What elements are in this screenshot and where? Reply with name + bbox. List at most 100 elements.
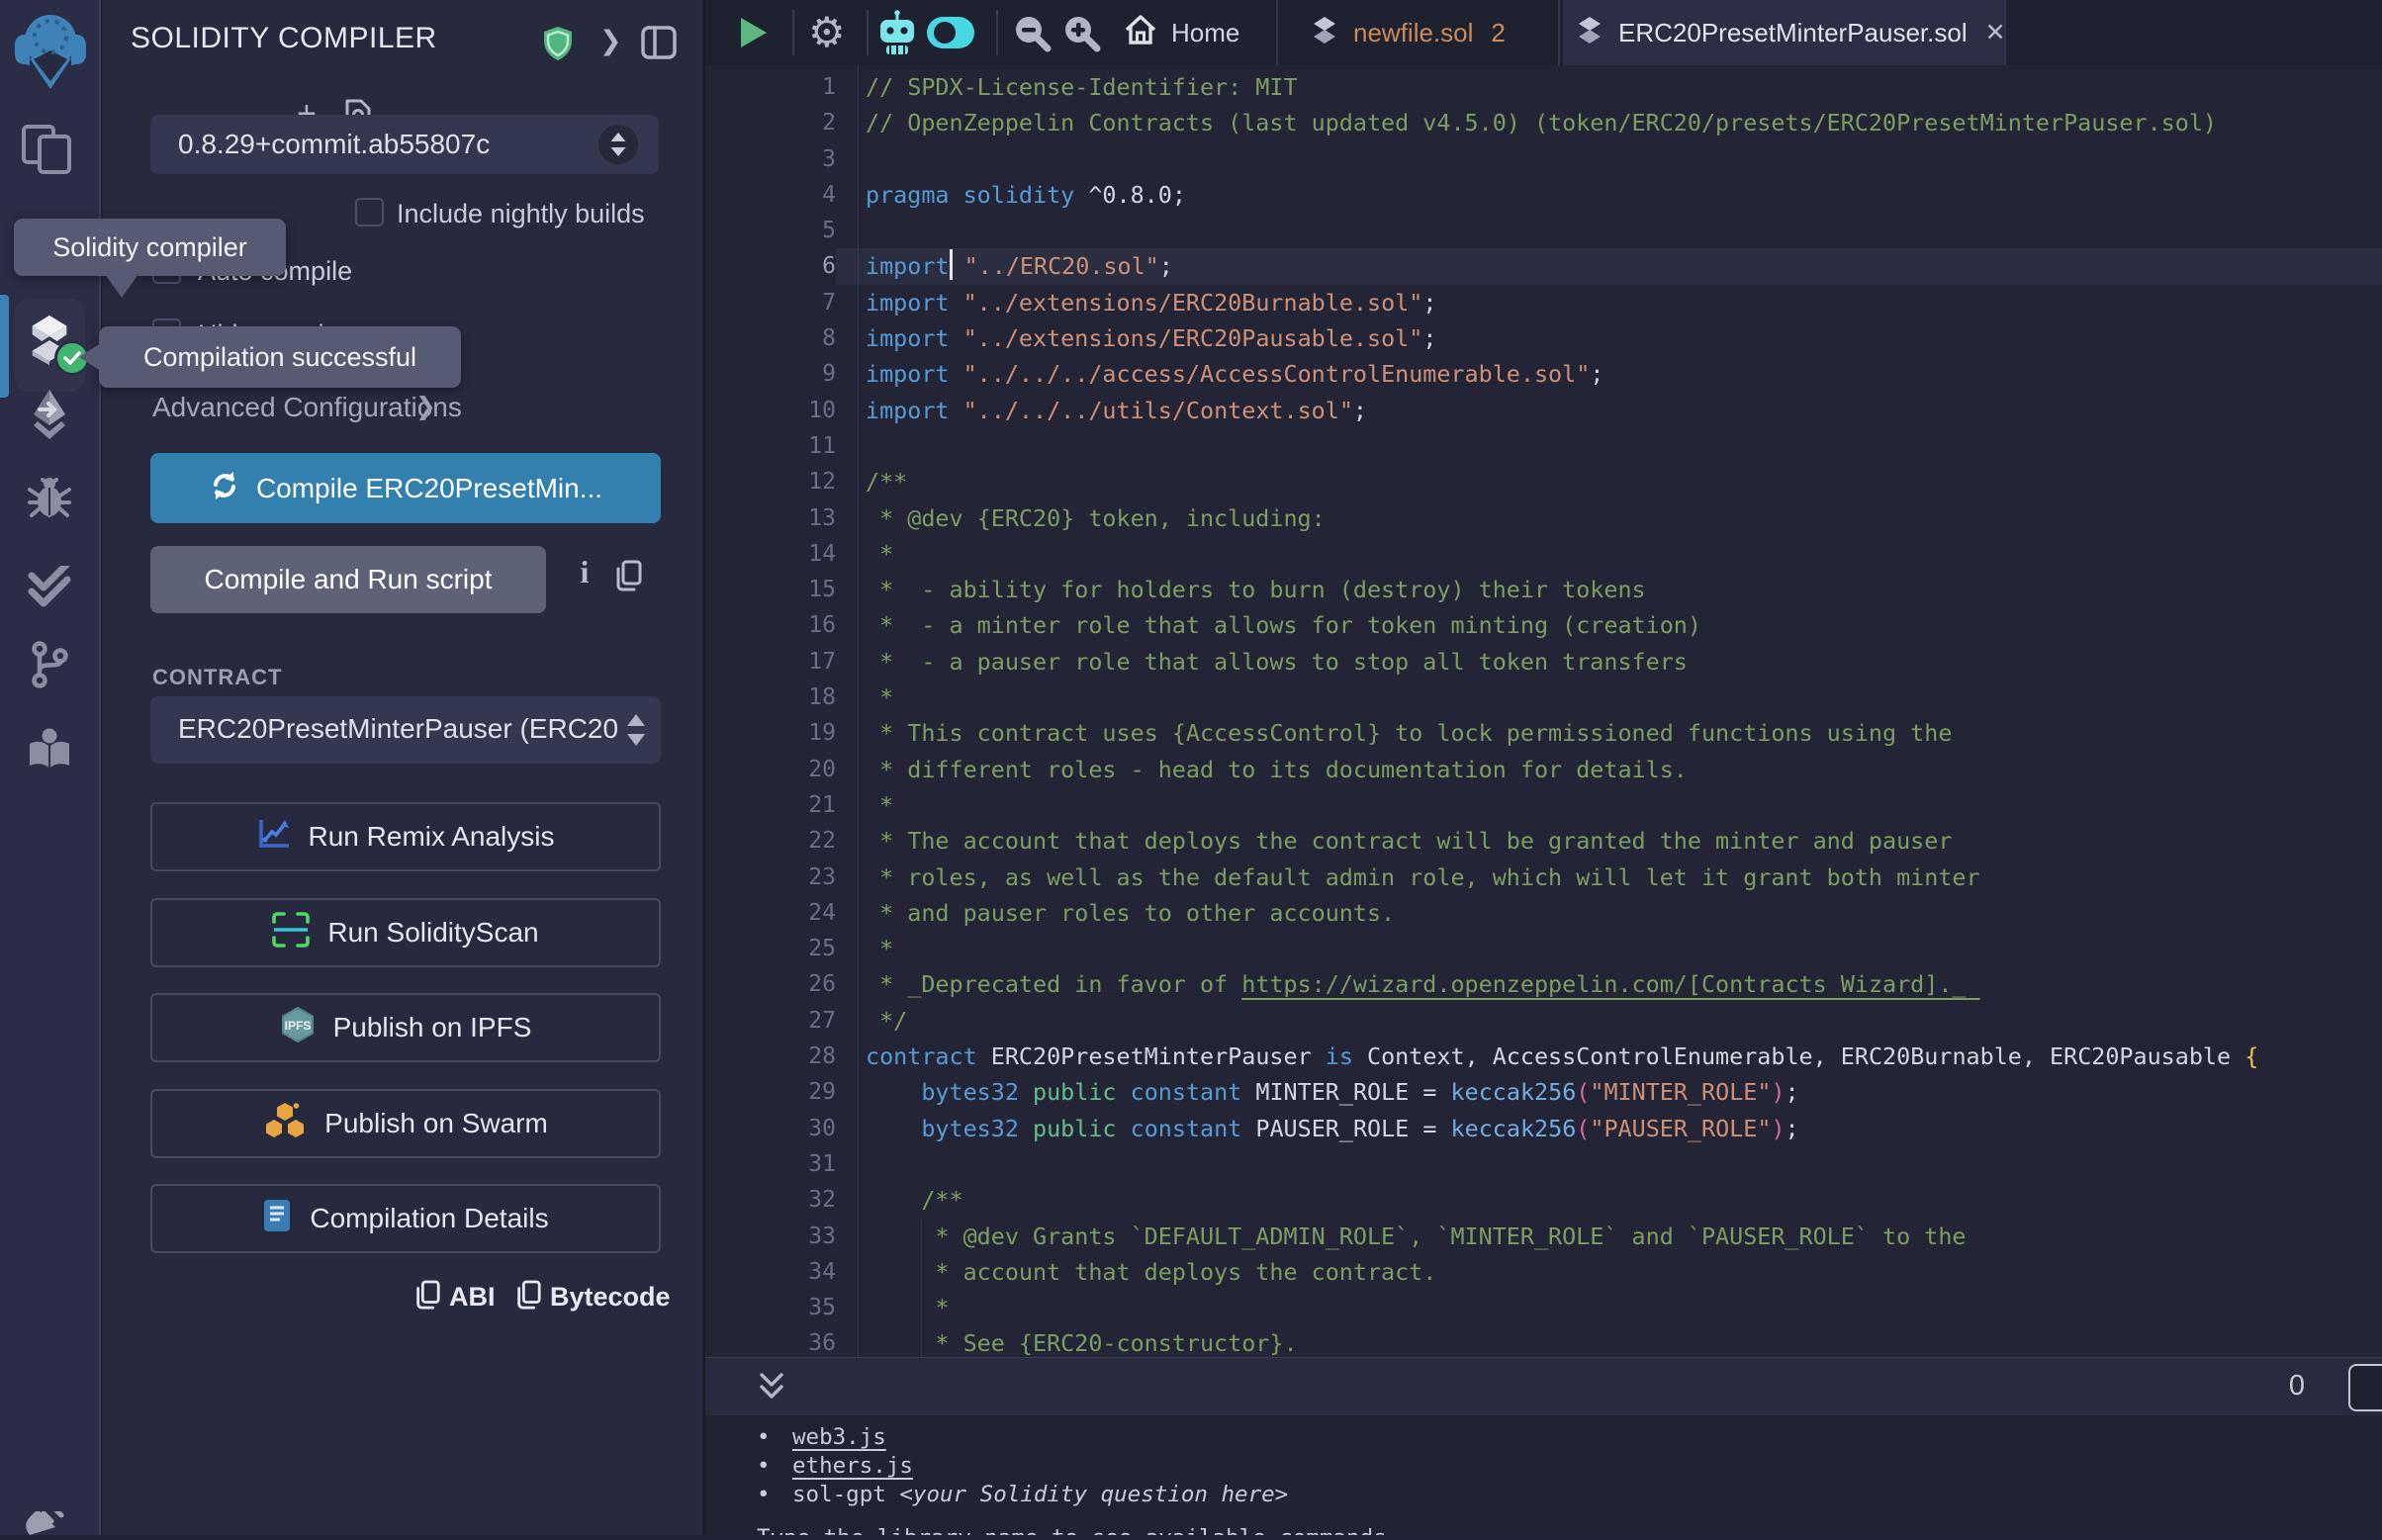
tab-erc20presetminterpauser[interactable]: ERC20PresetMinterPauser.sol ✕: [1563, 0, 2006, 65]
file-explorer-icon[interactable]: [22, 125, 73, 179]
git-icon[interactable]: [31, 641, 68, 693]
code-line[interactable]: 26 * _Deprecated in favor of https://wiz…: [705, 966, 2382, 1002]
code-line[interactable]: 34 * account that deploys the contract.: [705, 1254, 2382, 1290]
tab-newfile[interactable]: newfile.sol 2: [1276, 0, 1560, 65]
script-config-gear-icon[interactable]: ⚙: [808, 6, 846, 59]
deploy-and-run-icon[interactable]: [30, 388, 69, 446]
code-line[interactable]: 13 * @dev {ERC20} token, including:: [705, 500, 2382, 536]
code-line[interactable]: 24 * and pauser roles to other accounts.: [705, 895, 2382, 931]
code-line[interactable]: 17 * - a pauser role that allows to stop…: [705, 644, 2382, 679]
run-script-play-button[interactable]: [741, 18, 767, 47]
run-remix-analysis-button[interactable]: Run Remix Analysis: [150, 802, 661, 871]
nightly-builds-checkbox[interactable]: [355, 198, 384, 226]
code-line[interactable]: 18 *: [705, 679, 2382, 715]
code-line[interactable]: 25 *: [705, 931, 2382, 966]
terminal-list-item: •ethers.js: [757, 1452, 2382, 1481]
terminal-listen-count: 0: [2289, 1370, 2305, 1403]
copy-abi-icon[interactable]: [413, 1280, 441, 1316]
home-icon: [1124, 13, 1157, 53]
publish-ipfs-label: Publish on IPFS: [333, 1012, 532, 1043]
panel-divider[interactable]: [702, 0, 705, 1535]
code-line[interactable]: 36 * See {ERC20-constructor}.: [705, 1325, 2382, 1361]
code-line[interactable]: 3: [705, 141, 2382, 177]
code-line[interactable]: 27 */: [705, 1003, 2382, 1039]
terminal-output[interactable]: •web3.js•ethers.js•sol-gpt <your Solidit…: [705, 1415, 2382, 1535]
nightly-builds-label[interactable]: Include nightly builds: [397, 199, 645, 229]
code-line[interactable]: 23 * roles, as well as the default admin…: [705, 860, 2382, 895]
code-line[interactable]: 20 * different roles - head to its docum…: [705, 752, 2382, 787]
contract-select[interactable]: ERC20PresetMinterPauser (ERC20: [150, 696, 661, 764]
code-line[interactable]: 4pragma solidity ^0.8.0;: [705, 177, 2382, 213]
debugger-icon[interactable]: [27, 476, 72, 524]
ai-copilot-robot-icon[interactable]: [875, 10, 919, 60]
solidity-file-icon: [1312, 16, 1337, 50]
code-line[interactable]: 29 bytes32 public constant MINTER_ROLE =…: [705, 1074, 2382, 1110]
code-line[interactable]: 33 * @dev Grants `DEFAULT_ADMIN_ROLE`, `…: [705, 1219, 2382, 1254]
terminal-library-link[interactable]: ethers.js: [792, 1453, 913, 1479]
info-icon[interactable]: i: [570, 554, 599, 590]
code-line[interactable]: 8import "../extensions/ERC20Pausable.sol…: [705, 320, 2382, 356]
copy-bytecode-icon[interactable]: [514, 1280, 542, 1316]
active-plugin-indicator: [0, 295, 9, 398]
collapse-chevron-icon[interactable]: ❯: [599, 26, 622, 56]
code-line[interactable]: 14 *: [705, 536, 2382, 572]
code-line[interactable]: 21 *: [705, 787, 2382, 823]
code-line[interactable]: 19 * This contract uses {AccessControl} …: [705, 715, 2382, 751]
publish-ipfs-button[interactable]: IPFS Publish on IPFS: [150, 993, 661, 1062]
compile-button-label: Compile ERC20PresetMin...: [256, 473, 602, 504]
compile-and-run-label: Compile and Run script: [204, 564, 492, 595]
unit-testing-icon[interactable]: [28, 566, 71, 612]
code-line[interactable]: 9import "../../../access/AccessControlEn…: [705, 356, 2382, 392]
zoom-out-icon[interactable]: [1014, 15, 1052, 57]
code-line[interactable]: 15 * - ability for holders to burn (dest…: [705, 572, 2382, 607]
publish-swarm-button[interactable]: Publish on Swarm: [150, 1089, 661, 1158]
terminal-bar: 0: [705, 1357, 2382, 1415]
advanced-chevron-icon[interactable]: ❯: [415, 392, 436, 421]
code-line[interactable]: 2// OpenZeppelin Contracts (last updated…: [705, 105, 2382, 140]
terminal-search-input[interactable]: [2348, 1364, 2382, 1411]
compile-and-run-button[interactable]: Compile and Run script: [150, 546, 546, 613]
remix-logo-icon[interactable]: [14, 8, 87, 96]
compile-button[interactable]: Compile ERC20PresetMin...: [150, 453, 661, 523]
learneth-icon[interactable]: [27, 728, 72, 774]
contract-section-label: CONTRACT: [152, 665, 282, 690]
code-line[interactable]: 6import "../ERC20.sol";: [705, 248, 2382, 284]
tooltip-arrow: [79, 343, 101, 371]
terminal-list-item: •web3.js: [757, 1423, 2382, 1452]
version-spinner-icon[interactable]: [597, 124, 639, 170]
code-line[interactable]: 5: [705, 213, 2382, 248]
code-editor[interactable]: 1// SPDX-License-Identifier: MIT2// Open…: [705, 65, 2382, 1361]
plugin-manager-icon[interactable]: [24, 1511, 67, 1540]
home-label: Home: [1171, 18, 1239, 48]
pin-panel-icon[interactable]: [641, 26, 677, 64]
code-line[interactable]: 1// SPDX-License-Identifier: MIT: [705, 69, 2382, 105]
run-solidityscan-button[interactable]: Run SolidityScan: [150, 898, 661, 967]
code-line[interactable]: 10import "../../../utils/Context.sol";: [705, 393, 2382, 428]
compilation-details-button[interactable]: Compilation Details: [150, 1184, 661, 1253]
copy-script-icon[interactable]: [613, 560, 643, 598]
copilot-toggle[interactable]: [927, 17, 974, 48]
code-line[interactable]: 32 /**: [705, 1182, 2382, 1218]
code-line[interactable]: 30 bytes32 public constant PAUSER_ROLE =…: [705, 1111, 2382, 1146]
code-line[interactable]: 11: [705, 428, 2382, 464]
terminal-footer: Type the library name to see available c…: [757, 1525, 2382, 1535]
tab-home[interactable]: Home: [1124, 0, 1239, 65]
terminal-library-link[interactable]: web3.js: [792, 1424, 886, 1450]
bytecode-label[interactable]: Bytecode: [550, 1282, 671, 1313]
code-line[interactable]: 12/**: [705, 464, 2382, 499]
abi-label[interactable]: ABI: [449, 1282, 496, 1313]
compiler-version-select[interactable]: 0.8.29+commit.ab55807c: [150, 115, 659, 174]
code-line[interactable]: 7import "../extensions/ERC20Burnable.sol…: [705, 285, 2382, 320]
code-line[interactable]: 22 * The account that deploys the contra…: [705, 823, 2382, 859]
details-doc-icon: [262, 1199, 292, 1239]
code-line[interactable]: 31: [705, 1146, 2382, 1182]
compilation-details-label: Compilation Details: [310, 1203, 548, 1234]
shield-icon[interactable]: [543, 26, 573, 66]
code-line[interactable]: 28contract ERC20PresetMinterPauser is Co…: [705, 1039, 2382, 1074]
code-line[interactable]: 35 *: [705, 1290, 2382, 1325]
terminal-collapse-icon[interactable]: [757, 1372, 786, 1406]
tooltip-compilation-successful: Compilation successful: [99, 326, 461, 388]
close-tab-icon[interactable]: ✕: [1985, 18, 2006, 47]
code-line[interactable]: 16 * - a minter role that allows for tok…: [705, 607, 2382, 643]
zoom-in-icon[interactable]: [1063, 15, 1101, 57]
